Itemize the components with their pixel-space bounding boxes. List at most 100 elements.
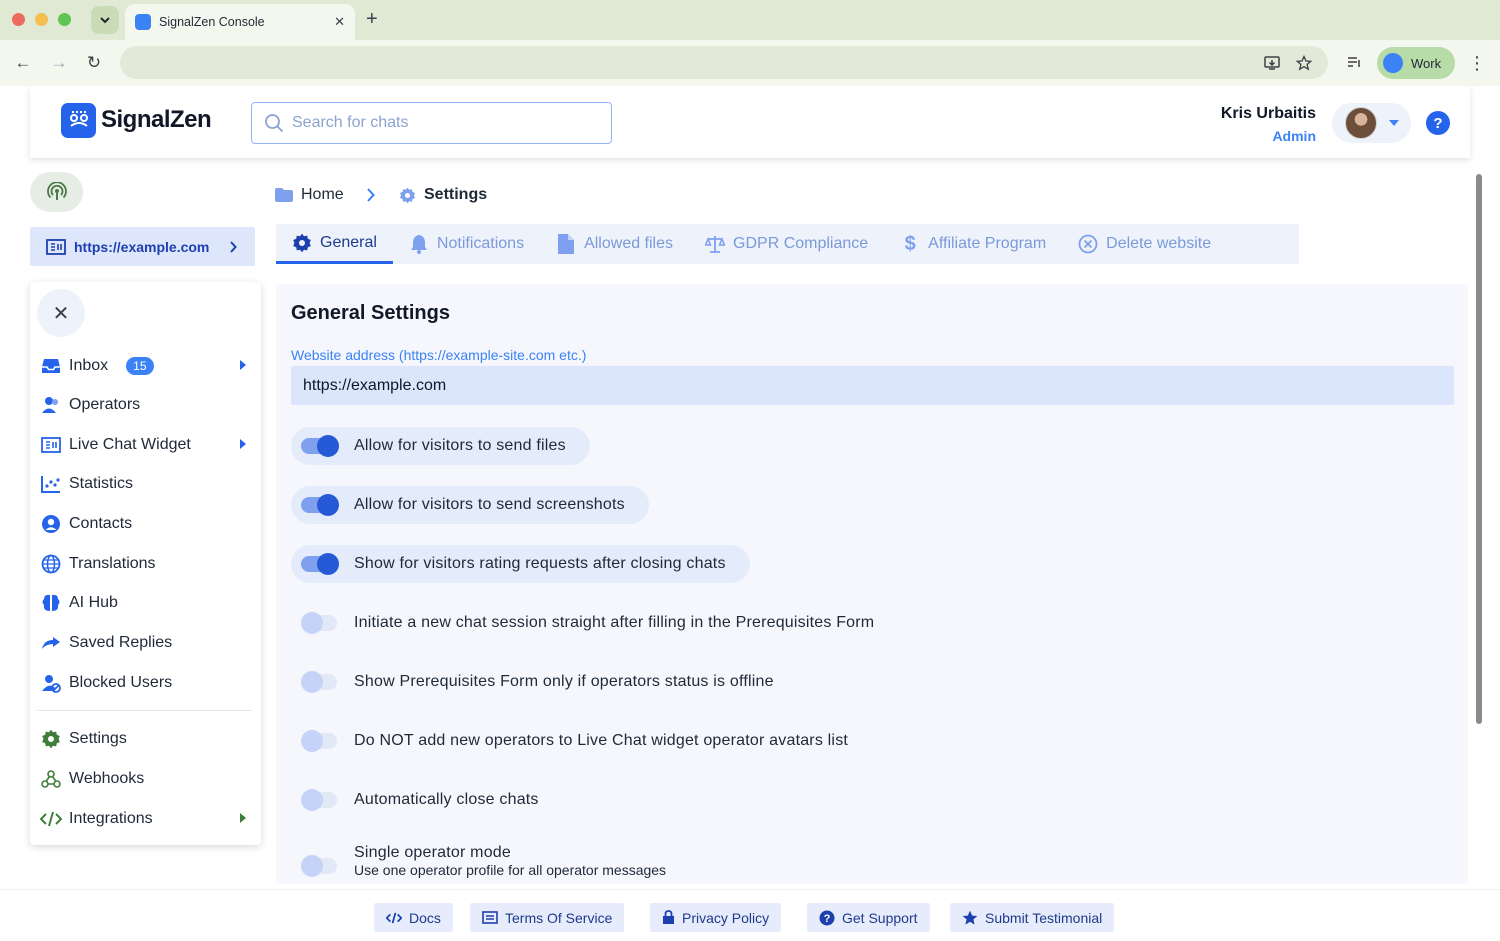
toggle-switch[interactable] [301,435,339,457]
page: SignalZen Kris Urbaitis Admin ? https://… [0,86,1500,941]
sidebar-item-label: Statistics [69,475,134,492]
sidebar-item-label: AI Hub [69,594,118,611]
reload-icon[interactable]: ↻ [83,52,105,74]
sidebar-item-operators[interactable]: Operators [40,390,252,420]
gear-icon [400,187,415,203]
general-settings-panel: General Settings Website address (https:… [276,284,1468,884]
sidebar-item-blocked-users[interactable]: Blocked Users [40,668,252,698]
sidebar-item-live-chat-widget[interactable]: Live Chat Widget [40,430,252,460]
footer-testimonial-link[interactable]: Submit Testimonial [950,903,1115,932]
browser-tab[interactable]: SignalZen Console ✕ [125,4,355,40]
footer-terms-link[interactable]: Terms Of Service [470,903,625,932]
toggle-label: Do NOT add new operators to Live Chat wi… [354,732,849,749]
sidebar-item-statistics[interactable]: Statistics [40,469,252,499]
toggle-row-single-operator[interactable]: Single operator mode Use one operator pr… [291,840,690,882]
caret-down-icon [1389,120,1399,126]
breadcrumb-separator [366,184,375,206]
sidebar-item-contacts[interactable]: Contacts [40,509,252,539]
breadcrumb-current: Settings [399,184,487,206]
sidebar-item-settings[interactable]: Settings [40,724,252,754]
toggle-switch[interactable] [301,671,337,693]
install-app-icon[interactable] [1263,54,1281,72]
code-icon [40,808,62,830]
tab-delete-website[interactable]: Delete website [1062,224,1227,264]
sidebar-item-label: Settings [69,730,127,747]
favicon-icon [135,14,151,30]
profile-avatar-icon [1383,53,1403,73]
widget-icon [40,434,62,456]
window-close-button[interactable] [12,13,25,26]
profile-button[interactable]: Work [1377,47,1455,79]
address-bar[interactable] [120,46,1328,79]
sidebar: ✕ Inbox 15 Operators Live Chat Widget St… [30,282,261,845]
breadcrumb-current-label: Settings [424,186,488,203]
toggle-row-initiate-chat[interactable]: Initiate a new chat session straight aft… [291,604,898,642]
toggle-row-send-screenshots[interactable]: Allow for visitors to send screenshots [291,486,649,524]
tab-search-button[interactable] [91,6,119,34]
toggle-label: Allow for visitors to send files [354,437,566,454]
sidebar-item-label: Translations [69,555,156,572]
toggle-label: Initiate a new chat session straight aft… [354,614,875,631]
reading-list-icon[interactable] [1345,53,1363,71]
close-tab-icon[interactable]: ✕ [334,14,345,30]
footer: Docs Terms Of Service Privacy Policy ? G… [0,889,1500,941]
search-input[interactable] [292,114,592,132]
footer-link-label: Privacy Policy [682,909,770,926]
signalzen-logo-icon [61,103,96,138]
tab-label: Allowed files [584,235,674,252]
toggle-switch[interactable] [301,494,339,516]
window-minimize-button[interactable] [35,13,48,26]
chevron-right-icon [230,240,237,253]
sidebar-item-webhooks[interactable]: Webhooks [40,764,252,794]
tab-label: Affiliate Program [928,235,1047,252]
toggle-switch[interactable] [301,789,337,811]
sidebar-item-label: Saved Replies [69,634,173,651]
sidebar-item-inbox[interactable]: Inbox 15 [40,351,252,381]
code-icon [386,912,402,924]
toggle-switch[interactable] [301,612,337,634]
toggle-switch[interactable] [301,855,337,877]
bookmark-star-icon[interactable] [1295,54,1313,72]
toggle-row-rating-requests[interactable]: Show for visitors rating requests after … [291,545,750,583]
tab-affiliate-program[interactable]: $ Affiliate Program [884,224,1062,264]
sidebar-item-saved-replies[interactable]: Saved Replies [40,628,252,658]
sidebar-item-ai-hub[interactable]: AI Hub [40,588,252,618]
more-menu-icon[interactable]: ⋮ [1468,53,1486,74]
footer-support-link[interactable]: ? Get Support [807,903,930,932]
toggle-label: Automatically close chats [354,791,539,808]
toggle-row-operator-avatars[interactable]: Do NOT add new operators to Live Chat wi… [291,722,872,760]
sidebar-item-integrations[interactable]: Integrations [40,804,252,834]
window-zoom-button[interactable] [58,13,71,26]
tab-gdpr-compliance[interactable]: GDPR Compliance [689,224,884,264]
online-status-button[interactable] [30,172,83,212]
scale-icon [705,234,726,254]
gear-icon [40,728,62,750]
help-button[interactable]: ? [1426,111,1450,135]
website-selector-button[interactable]: https://example.com [30,227,255,266]
toggle-row-send-files[interactable]: Allow for visitors to send files [291,427,590,465]
footer-docs-link[interactable]: Docs [374,903,453,932]
footer-privacy-link[interactable]: Privacy Policy [650,903,782,932]
toggle-switch[interactable] [301,553,339,575]
toggle-knob [301,671,323,693]
breadcrumb-home-label: Home [301,186,344,203]
toggle-row-auto-close[interactable]: Automatically close chats [291,781,563,819]
website-address-input[interactable] [291,366,1454,405]
tab-general[interactable]: General [276,224,393,264]
tab-notifications[interactable]: Notifications [393,224,540,264]
broadcast-icon [46,182,67,200]
sidebar-item-label: Contacts [69,515,133,532]
toggle-row-prerequisites-offline[interactable]: Show Prerequisites Form only if operator… [291,663,798,701]
toggle-switch[interactable] [301,730,337,752]
forward-arrow-icon[interactable]: → [48,52,70,74]
breadcrumb-home[interactable]: Home [275,184,344,206]
sidebar-item-translations[interactable]: Translations [40,549,252,579]
website-selector-label: https://example.com [74,238,210,255]
toggle-label: Single operator mode [354,844,511,861]
user-menu-button[interactable] [1332,103,1411,143]
close-sidebar-button[interactable]: ✕ [37,289,85,337]
tab-allowed-files[interactable]: Allowed files [540,224,689,264]
page-scrollbar[interactable] [1476,174,1482,724]
new-tab-button[interactable]: + [366,8,378,31]
back-arrow-icon[interactable]: ← [12,52,34,74]
